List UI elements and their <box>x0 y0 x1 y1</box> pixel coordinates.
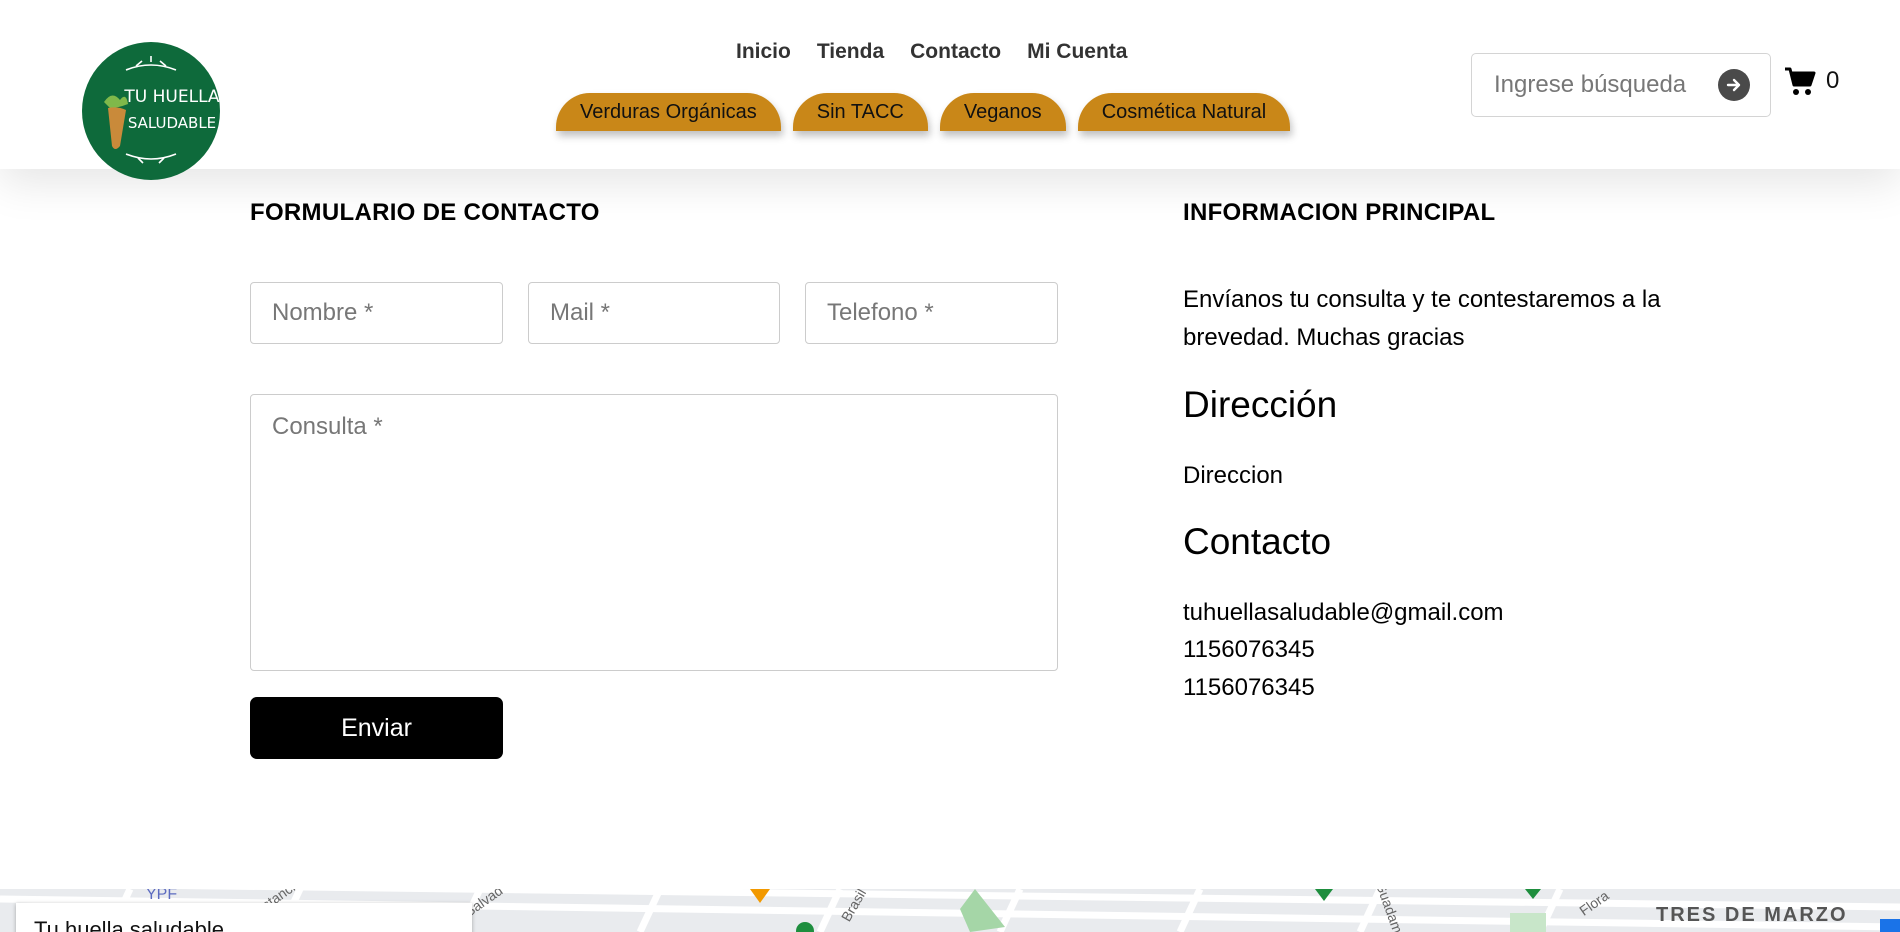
logo-line1: TU HUELLA <box>123 87 220 107</box>
address-value: Direccion <box>1183 462 1284 489</box>
info-title: INFORMACION PRINCIPAL <box>1183 199 1496 226</box>
main-nav: Inicio Tienda Contacto Mi Cuenta <box>736 40 1127 64</box>
send-button[interactable]: Enviar <box>250 697 503 759</box>
arrow-right-icon <box>1726 78 1741 92</box>
nav-mi-cuenta[interactable]: Mi Cuenta <box>1027 40 1127 64</box>
mail-field[interactable] <box>528 282 780 344</box>
map-label-ypf: YPF <box>146 889 178 903</box>
name-field[interactable] <box>250 282 503 344</box>
map-place-card[interactable]: Tu huella saludable <box>16 903 472 932</box>
map-district-label: TRES DE MARZO <box>1656 904 1848 926</box>
logo-mark: TU HUELLA SALUDABLE <box>104 56 220 164</box>
nav-tienda[interactable]: Tienda <box>817 40 884 64</box>
category-tabs: Verduras Orgánicas Sin TACC Veganos Cosm… <box>556 93 1291 131</box>
brand-logo[interactable]: TU HUELLA SALUDABLE <box>82 42 220 180</box>
cart-count: 0 <box>1826 67 1840 94</box>
contact-phone-2[interactable]: 1156076345 <box>1183 674 1315 702</box>
address-heading: Dirección <box>1183 384 1338 425</box>
message-textarea[interactable] <box>250 394 1058 671</box>
embedded-map[interactable]: YPF Constancia Salvad Brasil Guadame Flo… <box>0 889 1900 932</box>
contact-phone-1[interactable]: 1156076345 <box>1183 636 1315 664</box>
nav-inicio[interactable]: Inicio <box>736 40 791 64</box>
category-veganos[interactable]: Veganos <box>939 93 1066 131</box>
category-verduras-organicas[interactable]: Verduras Orgánicas <box>556 93 781 131</box>
nav-contacto[interactable]: Contacto <box>910 40 1001 64</box>
contact-section: FORMULARIO DE CONTACTO Enviar INFORMACIO… <box>0 169 1900 889</box>
phone-field[interactable] <box>805 282 1058 344</box>
logo-line2: SALUDABLE <box>128 114 216 132</box>
site-header: TU HUELLA SALUDABLE Inicio Tienda Contac… <box>0 0 1900 180</box>
contact-heading: Contacto <box>1183 521 1332 562</box>
form-title: FORMULARIO DE CONTACTO <box>250 199 600 226</box>
info-text: Envíanos tu consulta y te contestaremos … <box>1183 286 1661 351</box>
search-box <box>1471 53 1771 117</box>
contact-email[interactable]: tuhuellasaludable@gmail.com <box>1183 599 1504 627</box>
search-input[interactable] <box>1494 71 1704 99</box>
category-cosmetica-natural[interactable]: Cosmética Natural <box>1077 93 1291 131</box>
cart-icon <box>1785 67 1816 95</box>
search-submit-button[interactable] <box>1718 69 1750 101</box>
cart-button[interactable]: 0 <box>1784 66 1839 96</box>
category-sin-tacc[interactable]: Sin TACC <box>792 93 928 131</box>
